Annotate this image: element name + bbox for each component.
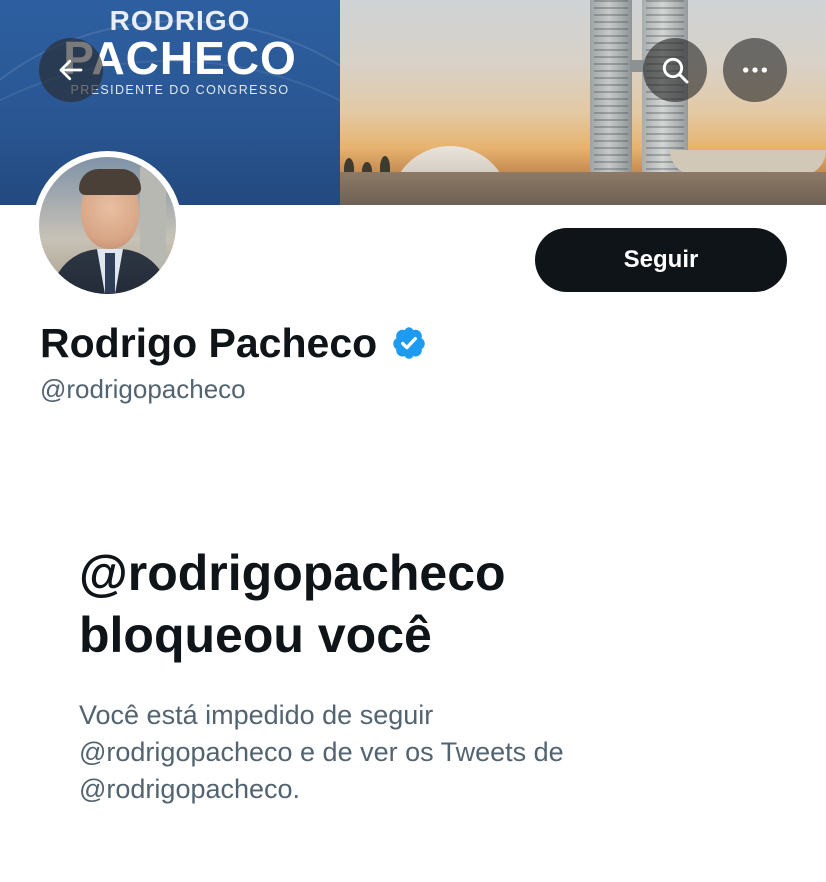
verified-badge-icon bbox=[393, 327, 425, 359]
search-button[interactable] bbox=[643, 38, 707, 102]
follow-button[interactable]: Seguir bbox=[535, 228, 787, 292]
blocked-title-line-1: @rodrigopacheco bbox=[79, 545, 506, 601]
blocked-title: @rodrigopacheco bloqueou você bbox=[79, 542, 779, 666]
blocked-description: Você está impedido de seguir @rodrigopac… bbox=[79, 697, 739, 808]
avatar-photo bbox=[39, 157, 176, 294]
blocked-desc-line-3: @rodrigopacheco. bbox=[79, 774, 301, 804]
more-button[interactable] bbox=[723, 38, 787, 102]
blocked-title-line-2: bloqueou você bbox=[79, 607, 432, 663]
banner-photo bbox=[340, 0, 826, 205]
profile-name-row: Rodrigo Pacheco bbox=[40, 318, 427, 368]
search-icon bbox=[662, 57, 689, 84]
display-name: Rodrigo Pacheco bbox=[40, 319, 378, 366]
back-button[interactable] bbox=[39, 38, 103, 102]
blocked-desc-line-1: Você está impedido de seguir bbox=[79, 700, 434, 730]
more-horizontal-icon bbox=[743, 67, 767, 73]
blocked-desc-line-2: @rodrigopacheco e de ver os Tweets de bbox=[79, 737, 564, 767]
arrow-left-icon bbox=[59, 59, 83, 81]
avatar[interactable] bbox=[33, 151, 182, 300]
profile-handle: @rodrigopacheco bbox=[40, 374, 246, 404]
banner-logo-panel: RODRIGO PACHECO PRESIDENTE DO CONGRESSO bbox=[0, 0, 340, 205]
